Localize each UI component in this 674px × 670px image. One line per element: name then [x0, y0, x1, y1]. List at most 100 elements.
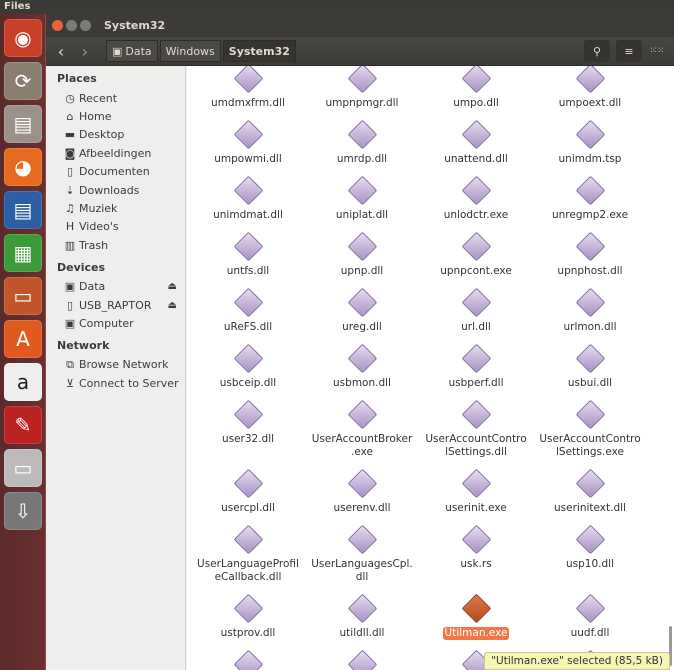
documenten-icon: ▯ [66, 165, 74, 179]
file-item[interactable]: usp10.dll [533, 519, 647, 584]
sidebar-item-afbeeldingen[interactable]: ◙ Afbeeldingen [46, 144, 185, 162]
impress-icon[interactable]: ▭ [4, 277, 42, 315]
file-item[interactable] [305, 644, 419, 670]
file-name: urlmon.dll [563, 321, 617, 333]
file-item[interactable]: UserAccountControlSettings.dll [419, 394, 533, 459]
file-item[interactable]: unattend.dll [419, 114, 533, 166]
eject-icon[interactable]: ⏏ [168, 281, 177, 292]
file-name: UserLanguageProfileCallback.dll [197, 558, 299, 583]
forward-button[interactable]: › [74, 40, 96, 62]
file-item[interactable]: uudf.dll [533, 588, 647, 640]
file-item[interactable]: utildll.dll [305, 588, 419, 640]
sidebar-item-label: Muziek [79, 202, 118, 216]
close-button[interactable] [52, 20, 63, 31]
file-item[interactable]: userinit.exe [419, 463, 533, 515]
file-item[interactable]: usbperf.dll [419, 338, 533, 390]
file-item[interactable]: umpo.dll [419, 66, 533, 110]
file-item[interactable]: user32.dll [191, 394, 305, 459]
file-item[interactable]: UserLanguagesCpl.dll [305, 519, 419, 584]
sidebar-item-label: Home [79, 110, 112, 124]
file-item[interactable]: unimdm.tsp [533, 114, 647, 166]
file-item[interactable]: unregmp2.exe [533, 170, 647, 222]
file-item[interactable]: uReFS.dll [191, 282, 305, 334]
file-item[interactable]: userinitext.dll [533, 463, 647, 515]
file-item[interactable]: usbceip.dll [191, 338, 305, 390]
file-item[interactable]: unimdmat.dll [191, 170, 305, 222]
file-item[interactable]: url.dll [419, 282, 533, 334]
settings-icon[interactable]: ✎ [4, 406, 42, 444]
sidebar-item-data[interactable]: ▣ Data ⏏ [46, 278, 185, 296]
file-item[interactable]: usbmon.dll [305, 338, 419, 390]
file-item[interactable]: usk.rs [419, 519, 533, 584]
search-button[interactable]: ⚲ [584, 40, 610, 62]
sidebar-item-recent[interactable]: ◷ Recent [46, 89, 185, 107]
sidebar-item-desktop[interactable]: ▬ Desktop [46, 126, 185, 144]
executable-file-icon [346, 342, 378, 374]
file-item[interactable]: UserAccountBroker.exe [305, 394, 419, 459]
grid-view-button[interactable]: ⁙⁙ [644, 40, 670, 62]
executable-file-icon [232, 230, 264, 262]
software-center-icon[interactable]: A [4, 320, 42, 358]
file-name: usbui.dll [567, 377, 613, 389]
file-item[interactable]: ustprov.dll [191, 588, 305, 640]
file-name: umpoext.dll [558, 97, 622, 109]
files-icon[interactable]: ▤ [4, 105, 42, 143]
amazon-icon[interactable]: a [4, 363, 42, 401]
calc-icon[interactable]: ▦ [4, 234, 42, 272]
file-item[interactable]: upnphost.dll [533, 226, 647, 278]
network-header: Network [57, 338, 110, 352]
file-name: unregmp2.exe [551, 209, 629, 221]
sidebar-item-video-s[interactable]: H Video's [46, 218, 185, 236]
file-item[interactable]: upnp.dll [305, 226, 419, 278]
breadcrumb-data[interactable]: ▣ Data [106, 40, 158, 62]
file-item[interactable]: umpowmi.dll [191, 114, 305, 166]
file-item[interactable]: usbui.dll [533, 338, 647, 390]
places-header: Places [57, 72, 97, 85]
file-item[interactable]: untfs.dll [191, 226, 305, 278]
sidebar-item-documenten[interactable]: ▯ Documenten [46, 163, 185, 181]
list-view-button[interactable]: ≡ [616, 40, 642, 62]
eject-icon[interactable]: ⏏ [168, 300, 177, 311]
video-s-icon: H [65, 220, 75, 234]
usb-icon[interactable]: ⇩ [4, 492, 42, 530]
file-name: unlodctr.exe [443, 209, 509, 221]
writer-icon[interactable]: ▤ [4, 191, 42, 229]
file-item[interactable]: uniplat.dll [305, 170, 419, 222]
search-icon: ⚲ [592, 44, 602, 58]
file-item[interactable]: userenv.dll [305, 463, 419, 515]
file-item[interactable] [191, 644, 305, 670]
file-item[interactable]: usercpl.dll [191, 463, 305, 515]
software-updater-icon[interactable]: ⟳ [4, 62, 42, 100]
file-item[interactable]: umdmxfrm.dll [191, 66, 305, 110]
title-bar: System32 [46, 14, 674, 37]
sidebar-item-browse-network[interactable]: ⧉ Browse Network [46, 356, 185, 374]
file-name: userinit.exe [445, 502, 507, 514]
firefox-icon[interactable]: ◕ [4, 148, 42, 186]
file-item[interactable]: umpnpmgr.dll [305, 66, 419, 110]
sidebar-item-home[interactable]: ⌂ Home [46, 107, 185, 125]
sidebar-item-label: Desktop [79, 128, 125, 142]
file-item[interactable]: unlodctr.exe [419, 170, 533, 222]
file-item[interactable]: urlmon.dll [533, 282, 647, 334]
file-name: usbmon.dll [333, 377, 391, 389]
sidebar-item-muziek[interactable]: ♫ Muziek [46, 199, 185, 217]
breadcrumb-windows[interactable]: Windows [159, 40, 221, 62]
sidebar-item-usb-raptor[interactable]: ▯ USB_RAPTOR ⏏ [46, 296, 185, 314]
ubuntu-dash-icon[interactable]: ◉ [4, 19, 42, 57]
drive-icon[interactable]: ▭ [4, 449, 42, 487]
file-item[interactable]: UserLanguageProfileCallback.dll [191, 519, 305, 584]
minimize-button[interactable] [66, 20, 77, 31]
back-button[interactable]: ‹ [50, 40, 72, 62]
file-item[interactable]: UserAccountControlSettings.exe [533, 394, 647, 459]
file-item[interactable]: ureg.dll [305, 282, 419, 334]
file-item[interactable]: umrdp.dll [305, 114, 419, 166]
sidebar-item-computer[interactable]: ▣ Computer [46, 314, 185, 332]
file-item[interactable]: Utilman.exe [419, 588, 533, 640]
sidebar-item-connect-to-server[interactable]: ⊻ Connect to Server [46, 374, 185, 392]
sidebar-item-trash[interactable]: ▥ Trash [46, 236, 185, 254]
sidebar-item-downloads[interactable]: ⇣ Downloads [46, 181, 185, 199]
file-item[interactable]: upnpcont.exe [419, 226, 533, 278]
breadcrumb-system32[interactable]: System32 [222, 40, 296, 62]
file-item[interactable]: umpoext.dll [533, 66, 647, 110]
maximize-button[interactable] [80, 20, 91, 31]
